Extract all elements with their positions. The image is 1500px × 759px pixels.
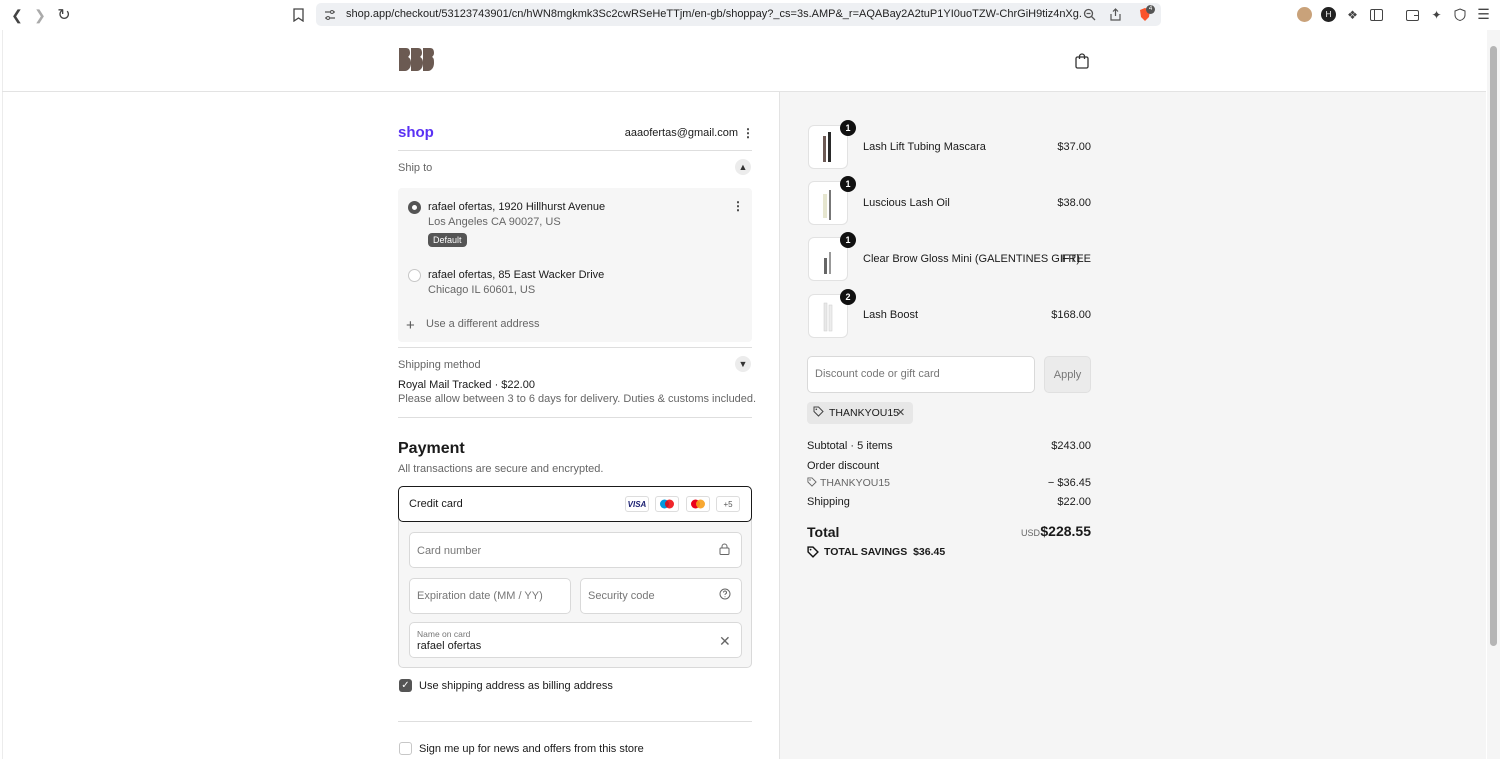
shop-pay-logo: shop — [398, 124, 434, 141]
site-settings-icon[interactable] — [322, 7, 337, 22]
total-savings: TOTAL SAVINGS $36.45 — [824, 546, 946, 558]
lock-icon — [719, 543, 730, 558]
account-email: aaaofertas@gmail.com — [624, 127, 738, 139]
back-icon[interactable]: ❮ — [8, 6, 26, 24]
address-radio-2[interactable] — [408, 269, 421, 282]
newsletter-checkbox[interactable] — [399, 742, 412, 755]
vpn-icon[interactable] — [1452, 7, 1467, 22]
ship-to-label: Ship to — [398, 162, 433, 174]
item-name: Lash Boost — [863, 309, 919, 321]
mastercard-logo — [686, 496, 710, 512]
address-2-line2: Chicago IL 60601, US — [428, 284, 536, 296]
maestro-logo — [655, 496, 679, 512]
puzzle-icon[interactable]: ❖ — [1345, 7, 1360, 22]
address-radio-1[interactable] — [408, 201, 421, 214]
shipping-method-note: Please allow between 3 to 6 days for del… — [398, 393, 757, 405]
address-1-line1[interactable]: rafael ofertas, 1920 Hillhurst Avenue — [428, 201, 605, 213]
forward-icon[interactable]: ❯ — [31, 6, 49, 24]
divider — [398, 150, 752, 151]
quantity-badge: 1 — [840, 232, 856, 248]
address-1-line2: Los Angeles CA 90027, US — [428, 216, 561, 228]
newsletter-label[interactable]: Sign me up for news and offers from this… — [419, 743, 644, 755]
scrollbar-thumb[interactable] — [1490, 46, 1497, 646]
shipping-method-label: Shipping method — [398, 359, 481, 371]
payment-subtitle: All transactions are secure and encrypte… — [398, 463, 604, 475]
savings-tag-icon — [807, 546, 819, 561]
item-price: $37.00 — [1057, 141, 1091, 153]
extension-h-icon[interactable]: H — [1321, 7, 1336, 22]
default-badge: Default — [428, 233, 467, 247]
address-bar[interactable]: shop.app/checkout/53123743901/cn/hWN8mgk… — [316, 3, 1161, 26]
payment-title: Payment — [398, 440, 465, 457]
url-text: shop.app/checkout/53123743901/cn/hWN8mgk… — [346, 8, 1081, 20]
discount-code-placeholder: Discount code or gift card — [815, 368, 940, 380]
remove-code-icon[interactable]: ✕ — [896, 406, 905, 419]
zoom-icon[interactable] — [1082, 7, 1097, 22]
shopping-bag-icon[interactable] — [1073, 52, 1091, 70]
site-header — [2, 30, 1486, 92]
shipping-label: Shipping — [807, 496, 850, 508]
name-on-card-label: Name on card — [417, 629, 471, 639]
divider — [398, 417, 752, 418]
discount-value: − $36.45 — [1047, 477, 1091, 489]
divider — [398, 347, 752, 348]
subtotal-label: Subtotal · 5 items — [807, 440, 893, 452]
item-name: Lash Lift Tubing Mascara — [863, 141, 986, 153]
expiry-placeholder: Expiration date (MM / YY) — [417, 590, 543, 602]
browser-toolbar: ❮ ❯ ↻ shop.app/checkout/53123743901/cn/h… — [0, 0, 1500, 30]
credit-card-label: Credit card — [409, 498, 463, 510]
use-different-address-link[interactable]: Use a different address — [426, 318, 540, 330]
plus-icon[interactable]: + — [406, 317, 415, 334]
help-circle-icon[interactable] — [719, 588, 731, 603]
card-number-placeholder: Card number — [417, 545, 482, 557]
billing-same-label[interactable]: Use shipping address as billing address — [419, 680, 613, 692]
applied-code-text: THANKYOU15 — [829, 407, 900, 419]
brand-logo[interactable] — [398, 46, 434, 76]
wallet-icon[interactable] — [1405, 7, 1420, 22]
share-icon[interactable] — [1108, 7, 1123, 22]
visa-logo: VISA — [625, 496, 649, 512]
name-on-card-value: rafael ofertas — [417, 640, 482, 652]
divider — [398, 721, 752, 722]
menu-icon[interactable]: ☰ — [1476, 6, 1491, 22]
chevron-down-icon[interactable]: ▼ — [735, 356, 751, 372]
shield-count-badge: 4 — [1146, 5, 1155, 14]
account-menu-icon[interactable]: ⋮ — [742, 126, 754, 140]
subtotal-value: $243.00 — [1051, 440, 1091, 452]
clear-icon[interactable]: ✕ — [719, 633, 731, 650]
total-currency: USD — [1020, 528, 1040, 538]
order-discount-label: Order discount — [807, 460, 880, 472]
extension-avatar-icon[interactable] — [1297, 7, 1312, 22]
brave-shield-icon[interactable]: 4 — [1136, 5, 1155, 22]
discount-code-label: THANKYOU15 — [820, 477, 891, 489]
total-label: Total — [807, 524, 840, 540]
tag-icon — [813, 406, 824, 420]
item-price: $168.00 — [1051, 309, 1091, 321]
sidebar-icon[interactable] — [1369, 7, 1384, 22]
quantity-badge: 2 — [840, 289, 856, 305]
item-price: $38.00 — [1057, 197, 1091, 209]
security-code-placeholder: Security code — [588, 590, 655, 602]
address-menu-icon[interactable]: ⋮ — [732, 199, 744, 213]
reload-icon[interactable]: ↻ — [55, 6, 73, 24]
item-price: FREE — [1061, 253, 1091, 265]
order-summary-panel — [779, 92, 1486, 759]
more-cards-badge: +5 — [716, 496, 740, 512]
shipping-method-name: Royal Mail Tracked · $22.00 — [398, 379, 535, 391]
apply-button[interactable]: Apply — [1044, 356, 1091, 393]
quantity-badge: 1 — [840, 120, 856, 136]
bookmark-icon[interactable] — [289, 6, 307, 24]
quantity-badge: 1 — [840, 176, 856, 192]
shipping-value: $22.00 — [1057, 496, 1091, 508]
tag-icon — [807, 477, 817, 490]
billing-same-checkbox[interactable]: ✓ — [399, 679, 412, 692]
leo-ai-icon[interactable]: ✦ — [1429, 7, 1444, 22]
chevron-up-icon[interactable]: ▲ — [735, 159, 751, 175]
item-name: Luscious Lash Oil — [863, 197, 950, 209]
total-value: $228.55 — [1040, 523, 1091, 539]
address-2-line1[interactable]: rafael ofertas, 85 East Wacker Drive — [428, 269, 604, 281]
